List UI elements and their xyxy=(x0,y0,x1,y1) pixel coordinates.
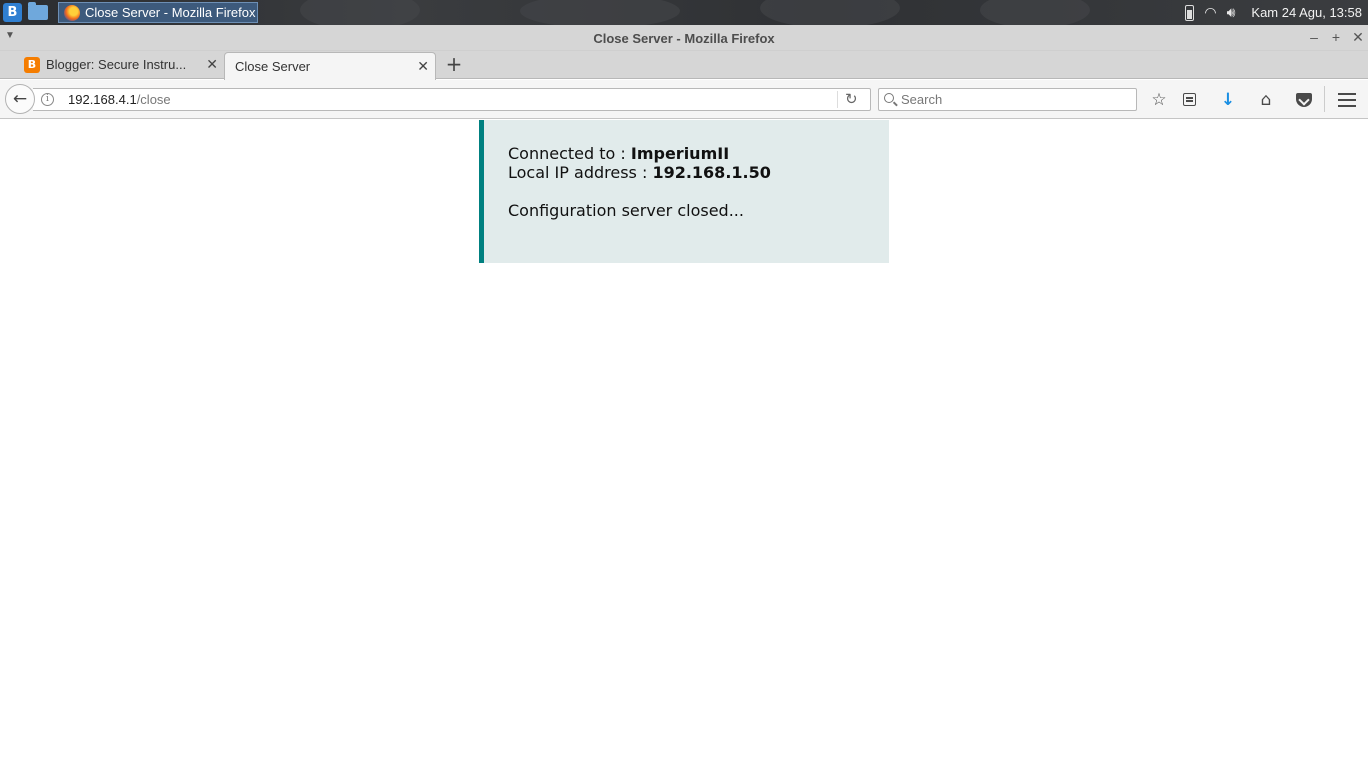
toolbar-divider xyxy=(1324,86,1325,112)
search-input[interactable] xyxy=(901,91,1131,108)
url-bar[interactable]: i 192.168.4.1/close ↻ xyxy=(33,88,871,111)
blogger-icon: B xyxy=(24,57,40,73)
url-host: 192.168.4.1 xyxy=(68,92,137,107)
tab-strip: B Blogger: Secure Instru... ✕ Close Serv… xyxy=(0,51,1368,80)
system-tray: ◠ 🔊︎ Kam 24 Agu, 13:58 xyxy=(1185,0,1368,25)
clock[interactable]: Kam 24 Agu, 13:58 xyxy=(1251,5,1362,20)
folder-icon[interactable] xyxy=(28,2,48,20)
ip-line: Local IP address : 192.168.1.50 xyxy=(508,163,889,182)
tab-label: Blogger: Secure Instru... xyxy=(46,57,187,72)
connected-line: Connected to : ImperiumII xyxy=(508,144,889,163)
page-content: Connected to : ImperiumII Local IP addre… xyxy=(0,120,1368,768)
home-icon[interactable]: ⌂ xyxy=(1255,89,1277,111)
search-bar[interactable] xyxy=(878,88,1137,111)
maximize-button[interactable]: + xyxy=(1327,28,1345,46)
tab-close-icon[interactable]: ✕ xyxy=(417,53,429,80)
back-arrow-icon: ← xyxy=(12,89,28,109)
new-tab-button[interactable]: + xyxy=(444,53,464,75)
url-separator xyxy=(837,91,838,108)
bookmark-star-icon[interactable]: ☆ xyxy=(1148,89,1170,111)
window-titlebar: ▼ Close Server - Mozilla Firefox – + ✕ xyxy=(0,25,1368,51)
info-icon[interactable]: i xyxy=(41,93,54,106)
desktop-panel: B Close Server - Mozilla Firefox ◠ 🔊︎ Ka… xyxy=(0,0,1368,30)
pocket-icon[interactable] xyxy=(1296,93,1312,107)
connected-value: ImperiumII xyxy=(630,144,730,163)
reload-icon[interactable]: ↻ xyxy=(845,90,858,108)
battery-icon[interactable] xyxy=(1185,4,1195,21)
launcher-icon[interactable]: B xyxy=(3,3,22,22)
firefox-icon xyxy=(64,5,80,21)
close-window-button[interactable]: ✕ xyxy=(1349,28,1367,46)
ip-label: Local IP address : xyxy=(508,163,653,182)
taskbar-firefox-window[interactable]: Close Server - Mozilla Firefox xyxy=(58,2,258,23)
menu-icon[interactable] xyxy=(1338,93,1356,107)
window-title: Close Server - Mozilla Firefox xyxy=(593,31,775,46)
tab-blogger[interactable]: B Blogger: Secure Instru... ✕ xyxy=(16,51,224,79)
status-message: Configuration server closed... xyxy=(508,201,744,220)
bookmarks-menu-icon[interactable] xyxy=(1183,93,1196,106)
back-button[interactable]: ← xyxy=(5,84,35,114)
url-text[interactable]: 192.168.4.1/close xyxy=(68,92,171,107)
ip-value: 192.168.1.50 xyxy=(652,163,771,182)
status-box: Connected to : ImperiumII Local IP addre… xyxy=(479,120,889,263)
minimize-button[interactable]: – xyxy=(1305,28,1323,46)
taskbar-window-title: Close Server - Mozilla Firefox xyxy=(85,5,256,20)
wifi-icon[interactable]: ◠ xyxy=(1204,5,1216,21)
connected-label: Connected to : xyxy=(508,144,631,163)
url-path: /close xyxy=(136,92,171,107)
tab-label: Close Server xyxy=(235,59,311,74)
tab-close-icon[interactable]: ✕ xyxy=(206,51,218,78)
navigation-toolbar: i 192.168.4.1/close ↻ ← ☆ ↓ ⌂ xyxy=(0,80,1368,119)
tab-close-server[interactable]: Close Server ✕ xyxy=(224,52,436,80)
search-icon xyxy=(884,93,894,103)
volume-icon[interactable]: 🔊︎ xyxy=(1227,5,1236,21)
download-icon[interactable]: ↓ xyxy=(1217,89,1239,111)
